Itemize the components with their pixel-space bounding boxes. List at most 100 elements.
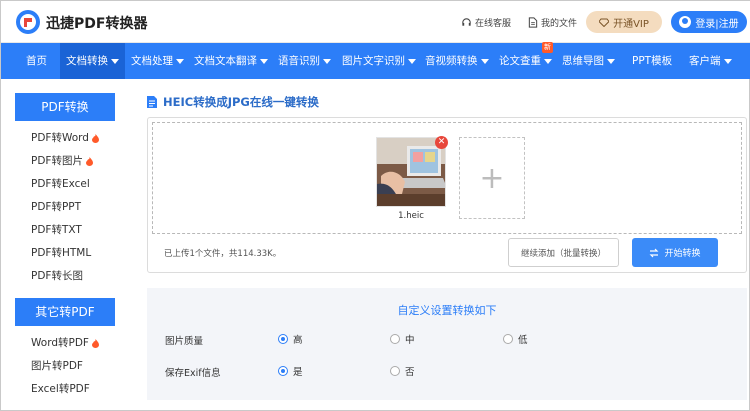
laptop-photo-thumbnail: [377, 138, 445, 206]
start-convert-button[interactable]: 开始转换: [632, 238, 718, 267]
nav-doc-convert[interactable]: 文档转换: [60, 43, 125, 79]
vip-label: 开通VIP: [613, 18, 649, 30]
nav-paper-check[interactable]: 论文查重新: [494, 42, 557, 79]
nav-doc-process[interactable]: 文档处理: [126, 43, 189, 79]
nav-label: 语音识别: [278, 55, 320, 67]
nav-label: 文档文本翻译: [194, 55, 257, 67]
radio-unchecked-icon: [390, 334, 400, 344]
plus-icon: +: [479, 160, 505, 196]
remove-file-button[interactable]: ✕: [435, 136, 448, 149]
sidebar-item-pdf-to-word[interactable]: PDF转Word: [15, 127, 115, 150]
nav-av-convert[interactable]: 音视频转换: [420, 43, 494, 79]
settings-panel: 自定义设置转换如下 图片质量 高 中 低 保存Exif信息 是 否: [147, 288, 747, 400]
sidebar-item-label: PDF转Excel: [31, 178, 90, 190]
main-nav: 首页 文档转换 文档处理 文档文本翻译 语音识别 图片文字识别 音视频转换 论文…: [1, 42, 750, 79]
sidebar-item-word-to-pdf[interactable]: Word转PDF: [15, 332, 115, 355]
sidebar-item-pdf-to-image[interactable]: PDF转图片: [15, 150, 115, 173]
sidebar-heading-pdf-convert: PDF转换: [15, 93, 115, 121]
radio-label: 中: [405, 335, 415, 346]
upload-status: 已上传1个文件，共114.33K。: [164, 249, 282, 259]
top-header: 迅捷PDF转换器 在线客服 我的文件 开通VIP 登录|注册: [1, 1, 750, 43]
fire-icon: [91, 339, 99, 348]
new-badge: 新: [542, 42, 553, 53]
nav-label: 客户端: [689, 55, 721, 67]
start-convert-label: 开始转换: [664, 249, 701, 259]
nav-label: 音视频转换: [425, 55, 478, 67]
open-vip-button[interactable]: 开通VIP: [586, 11, 662, 33]
radio-label: 是: [293, 367, 303, 378]
image-quality-label: 图片质量: [165, 336, 204, 347]
sidebar-item-label: PDF转Word: [31, 132, 89, 144]
nav-label: 图片文字识别: [342, 55, 405, 67]
settings-title: 自定义设置转换如下: [397, 304, 497, 317]
app-logo[interactable]: [15, 9, 41, 35]
login-label: 登录|注册: [695, 18, 739, 30]
sidebar-item-pdf-to-excel[interactable]: PDF转Excel: [15, 173, 115, 196]
caret-down-icon: [323, 58, 331, 64]
radio-label: 高: [293, 335, 303, 346]
radio-checked-icon: [278, 366, 288, 376]
exif-no-radio[interactable]: 否: [390, 364, 415, 378]
sidebar: PDF转换 PDF转Word PDF转图片 PDF转Excel PDF转PPT …: [15, 93, 115, 401]
quality-high-radio[interactable]: 高: [278, 332, 303, 346]
sidebar-heading-other-to-pdf: 其它转PDF: [15, 298, 115, 326]
nav-client[interactable]: 客户端: [684, 43, 737, 79]
caret-down-icon: [723, 58, 732, 64]
nav-mind-map[interactable]: 思维导图: [557, 43, 620, 79]
sidebar-item-label: PDF转图片: [31, 155, 83, 167]
radio-checked-icon: [278, 334, 288, 344]
caret-down-icon: [111, 58, 119, 64]
sidebar-item-label: PDF转PPT: [31, 201, 82, 213]
drop-zone[interactable]: ✕ 1.heic +: [152, 122, 742, 234]
continue-add-button[interactable]: 继续添加（批量转换）: [508, 238, 619, 267]
radio-unchecked-icon: [390, 366, 400, 376]
customer-service-label: 在线客服: [475, 19, 512, 29]
sidebar-item-pdf-to-ppt[interactable]: PDF转PPT: [15, 196, 115, 219]
nav-home[interactable]: 首页: [21, 43, 52, 79]
nav-label: 文档处理: [131, 55, 173, 67]
nav-label: 思维导图: [562, 55, 604, 67]
sidebar-item-label: PDF转TXT: [31, 224, 82, 236]
sidebar-item-label: Word转PDF: [31, 337, 89, 349]
customer-service-link[interactable]: 在线客服: [461, 16, 511, 29]
sidebar-item-pdf-to-txt[interactable]: PDF转TXT: [15, 219, 115, 242]
page-title: HEIC转换成JPG在线一键转换: [163, 95, 319, 109]
radio-unchecked-icon: [503, 334, 513, 344]
my-files-link[interactable]: 我的文件: [528, 16, 577, 29]
diamond-icon: [599, 18, 610, 27]
caret-down-icon: [607, 58, 615, 64]
sidebar-item-label: PDF转长图: [31, 270, 83, 282]
fire-icon: [85, 157, 93, 166]
exif-yes-radio[interactable]: 是: [278, 364, 303, 378]
login-register-button[interactable]: 登录|注册: [671, 11, 747, 33]
brand-name[interactable]: 迅捷PDF转换器: [46, 13, 147, 33]
nav-label: 文档转换: [66, 55, 108, 67]
file-thumbnail[interactable]: [376, 137, 446, 207]
nav-label: 论文查重: [499, 55, 541, 67]
quality-low-radio[interactable]: 低: [503, 332, 528, 346]
file-icon: [528, 17, 538, 28]
continue-add-label: 继续添加（批量转换）: [520, 248, 606, 259]
quality-medium-radio[interactable]: 中: [390, 332, 415, 346]
sidebar-item-pdf-to-html[interactable]: PDF转HTML: [15, 242, 115, 265]
sidebar-item-image-to-pdf[interactable]: 图片转PDF: [15, 355, 115, 378]
fire-icon: [91, 134, 99, 143]
nav-label: PPT模板: [632, 55, 673, 67]
add-file-button[interactable]: +: [459, 137, 525, 219]
nav-speech-recognition[interactable]: 语音识别: [273, 43, 336, 79]
sidebar-item-pdf-to-long-image[interactable]: PDF转长图: [15, 265, 115, 288]
nav-image-ocr[interactable]: 图片文字识别: [337, 43, 421, 79]
caret-down-icon: [544, 58, 552, 64]
nav-doc-translate[interactable]: 文档文本翻译: [189, 43, 273, 79]
user-icon: [679, 16, 692, 28]
sidebar-item-label: 图片转PDF: [31, 360, 83, 372]
caret-down-icon: [176, 58, 184, 64]
document-icon: [147, 96, 157, 108]
nav-ppt-templates[interactable]: PPT模板: [627, 43, 677, 79]
headset-icon: [462, 18, 471, 26]
file-name: 1.heic: [398, 211, 424, 221]
caret-down-icon: [480, 58, 489, 64]
page-title-row: HEIC转换成JPG在线一键转换: [147, 94, 319, 110]
upload-panel: ✕ 1.heic + 已上传1个文件，共114.33K。 继续添加（批量转换） …: [147, 117, 747, 273]
sidebar-item-excel-to-pdf[interactable]: Excel转PDF: [15, 378, 115, 401]
